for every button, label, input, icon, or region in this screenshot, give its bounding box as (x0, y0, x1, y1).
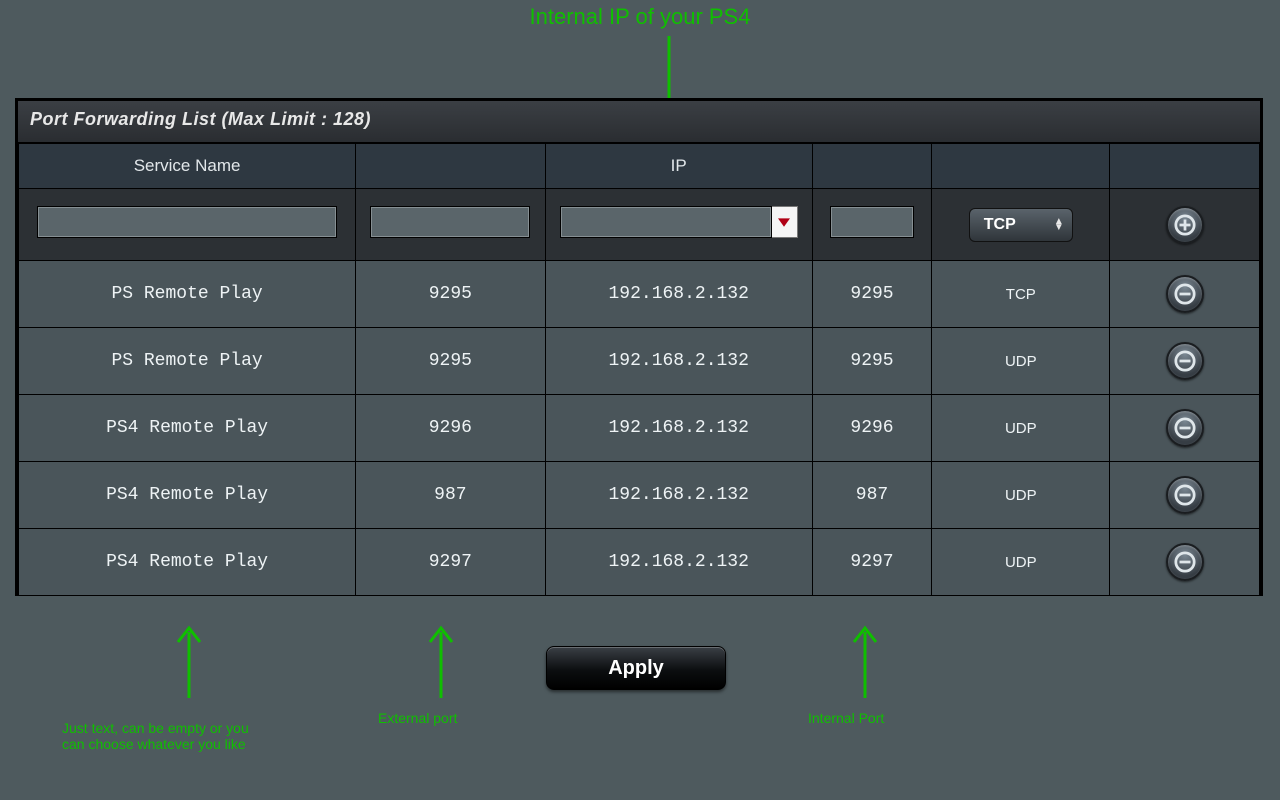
arrow-up-icon (850, 618, 880, 698)
internal-port-input[interactable] (830, 206, 914, 238)
cell-int-port: 9297 (812, 529, 931, 596)
ip-dropdown-button[interactable] (772, 206, 798, 238)
annotation-service-name: Just text, can be empty or you can choos… (62, 720, 272, 752)
cell-service-name: PS Remote Play (19, 328, 356, 395)
cell-protocol: UDP (932, 529, 1110, 596)
cell-ext-port: 9297 (356, 529, 545, 596)
cell-int-port: 9295 (812, 328, 931, 395)
ip-combo[interactable] (560, 206, 798, 238)
apply-button[interactable]: Apply (546, 646, 726, 690)
protocol-select[interactable]: TCP ▲▼ (969, 208, 1073, 242)
table-row: PS4 Remote Play 9297 192.168.2.132 9297 … (19, 529, 1260, 596)
minus-icon (1174, 283, 1196, 305)
col-action (1110, 143, 1260, 189)
remove-row-button[interactable] (1166, 409, 1204, 447)
plus-icon (1174, 214, 1196, 236)
ip-input[interactable] (560, 206, 772, 238)
col-protocol (932, 143, 1110, 189)
cell-protocol: UDP (932, 462, 1110, 529)
remove-row-button[interactable] (1166, 476, 1204, 514)
add-row-button[interactable] (1166, 206, 1204, 244)
col-ext-port (356, 143, 545, 189)
port-forwarding-panel: Port Forwarding List (Max Limit : 128) S… (15, 98, 1263, 596)
remove-row-button[interactable] (1166, 275, 1204, 313)
port-forwarding-table: Service Name IP (18, 142, 1260, 596)
cell-ip: 192.168.2.132 (545, 395, 812, 462)
table-input-row: TCP ▲▼ (19, 189, 1260, 261)
table-row: PS4 Remote Play 9296 192.168.2.132 9296 … (19, 395, 1260, 462)
cell-ext-port: 9296 (356, 395, 545, 462)
remove-row-button[interactable] (1166, 342, 1204, 380)
table-header-row: Service Name IP (19, 143, 1260, 189)
table-row: PS Remote Play 9295 192.168.2.132 9295 T… (19, 261, 1260, 328)
cell-ip: 192.168.2.132 (545, 529, 812, 596)
annotation-external-port: External port (378, 710, 457, 726)
cell-ext-port: 9295 (356, 261, 545, 328)
cell-int-port: 987 (812, 462, 931, 529)
table-row: PS4 Remote Play 987 192.168.2.132 987 UD… (19, 462, 1260, 529)
service-name-input[interactable] (37, 206, 337, 238)
chevron-down-icon (778, 216, 790, 228)
cell-service-name: PS Remote Play (19, 261, 356, 328)
col-int-port (812, 143, 931, 189)
minus-icon (1174, 484, 1196, 506)
remove-row-button[interactable] (1166, 543, 1204, 581)
cell-ip: 192.168.2.132 (545, 261, 812, 328)
updown-icon: ▲▼ (1054, 219, 1064, 231)
minus-icon (1174, 417, 1196, 439)
annotation-internal-port: Internal Port (808, 710, 884, 726)
protocol-select-value: TCP (984, 216, 1016, 234)
panel-title: Port Forwarding List (Max Limit : 128) (18, 101, 1260, 142)
table-row: PS Remote Play 9295 192.168.2.132 9295 U… (19, 328, 1260, 395)
annotation-internal-ip: Internal IP of your PS4 (0, 4, 1280, 30)
cell-ip: 192.168.2.132 (545, 328, 812, 395)
minus-icon (1174, 551, 1196, 573)
cell-service-name: PS4 Remote Play (19, 462, 356, 529)
external-port-input[interactable] (370, 206, 530, 238)
arrow-up-icon (174, 618, 204, 698)
cell-protocol: TCP (932, 261, 1110, 328)
col-service-name: Service Name (19, 143, 356, 189)
arrow-up-icon (426, 618, 456, 698)
cell-protocol: UDP (932, 328, 1110, 395)
col-ip: IP (545, 143, 812, 189)
cell-int-port: 9295 (812, 261, 931, 328)
apply-button-label: Apply (608, 657, 664, 680)
cell-service-name: PS4 Remote Play (19, 529, 356, 596)
cell-ext-port: 9295 (356, 328, 545, 395)
cell-ext-port: 987 (356, 462, 545, 529)
cell-service-name: PS4 Remote Play (19, 395, 356, 462)
cell-ip: 192.168.2.132 (545, 462, 812, 529)
minus-icon (1174, 350, 1196, 372)
cell-protocol: UDP (932, 395, 1110, 462)
cell-int-port: 9296 (812, 395, 931, 462)
